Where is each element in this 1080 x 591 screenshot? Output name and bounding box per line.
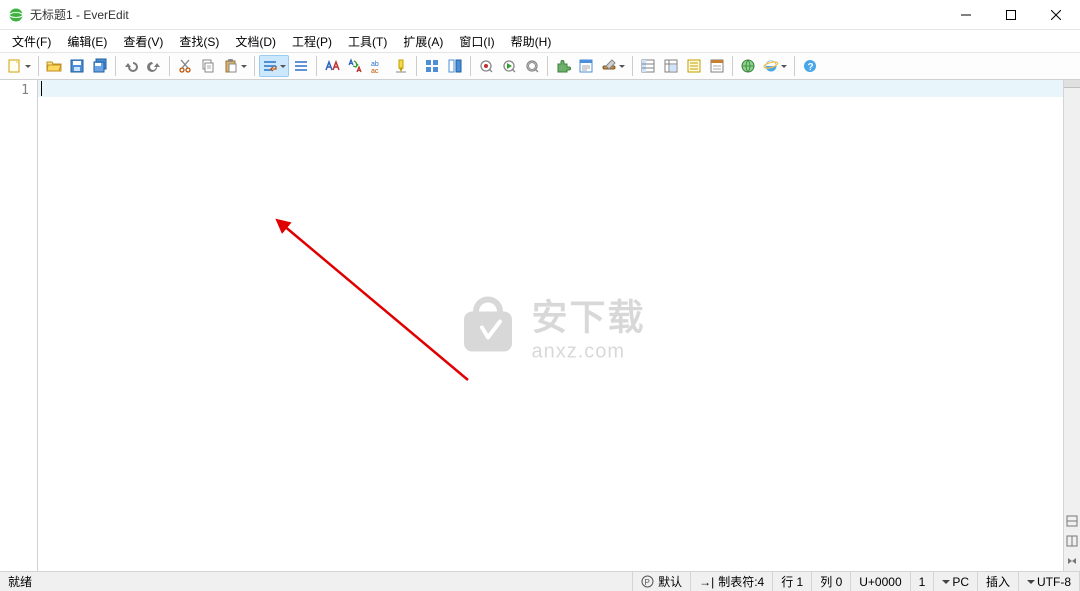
svg-text:ac: ac [371,68,379,74]
scrollbar-vertical[interactable] [1064,88,1080,511]
separator [38,56,39,76]
new-file-button[interactable] [4,55,34,77]
separator [632,56,633,76]
cut-button[interactable] [174,55,196,77]
menu-project[interactable]: 工程(P) [284,31,340,52]
word-wrap-button[interactable] [259,55,289,77]
status-default[interactable]: P默认 [633,572,691,591]
svg-text:?: ? [808,62,814,73]
annotation-arrow [268,210,488,410]
text-editor[interactable]: 安下载 anxz.com [38,80,1063,571]
status-encoding[interactable]: UTF-8 [1019,572,1080,591]
menu-window[interactable]: 窗口(I) [451,31,502,52]
macro-record-button[interactable] [475,55,497,77]
browser-button[interactable] [737,55,759,77]
doc-map-button[interactable] [575,55,597,77]
status-row[interactable]: 行 1 [773,572,812,591]
line-gutter: 1 [0,80,38,571]
bookmark-button[interactable] [421,55,443,77]
text-caret [41,81,42,96]
replace-button[interactable] [344,55,366,77]
status-ready: 就绪 [0,572,633,591]
titlebar: 无标题1 - EverEdit [0,0,1080,30]
macro-play-button[interactable] [498,55,520,77]
collapse-icon[interactable] [1064,553,1080,569]
separator [470,56,471,76]
status-unicode[interactable]: U+0000 [851,572,910,591]
split-horizontal-icon[interactable] [1064,513,1080,529]
watermark: 安下载 anxz.com [455,288,645,363]
separator [416,56,417,76]
highlight-button[interactable]: abac [367,55,389,77]
status-count[interactable]: 1 [911,572,935,591]
ie-button[interactable] [760,55,790,77]
plugin-button[interactable] [552,55,574,77]
statusbar: 就绪 P默认 →|制表符:4 行 1 列 0 U+0000 1 PC 插入 UT… [0,571,1080,591]
find-button[interactable] [321,55,343,77]
col-select-button[interactable] [637,55,659,77]
window-title: 无标题1 - EverEdit [30,6,943,23]
current-line-highlight [38,80,1063,97]
status-insert[interactable]: 插入 [978,572,1019,591]
svg-text:ab: ab [371,61,379,68]
svg-text:P: P [645,578,650,587]
watermark-cn: 安下载 [531,288,645,340]
close-button[interactable] [1033,0,1078,29]
macro-stop-button[interactable] [521,55,543,77]
paste-button[interactable] [220,55,250,77]
split-vertical-icon[interactable] [1064,533,1080,549]
menu-view[interactable]: 查看(V) [115,31,171,52]
right-rail [1063,80,1080,571]
copy-button[interactable] [197,55,219,77]
app-icon [8,7,24,23]
menu-search[interactable]: 查找(S) [171,31,227,52]
editor-area: 1 安下载 anxz.com [0,80,1080,571]
save-button[interactable] [66,55,88,77]
hex-button[interactable] [706,55,728,77]
toolbar: abac ? [0,52,1080,80]
help-button[interactable]: ? [799,55,821,77]
undo-button[interactable] [120,55,142,77]
status-col[interactable]: 列 0 [812,572,851,591]
separator [169,56,170,76]
tab-handle[interactable] [1064,80,1080,88]
separator [254,56,255,76]
mark-button[interactable] [390,55,412,77]
watermark-icon [455,294,519,358]
menu-addons[interactable]: 扩展(A) [395,31,451,52]
watermark-en: anxz.com [531,340,645,363]
open-file-button[interactable] [43,55,65,77]
split-button[interactable] [444,55,466,77]
menu-file[interactable]: 文件(F) [4,31,59,52]
separator [547,56,548,76]
separator [732,56,733,76]
menu-document[interactable]: 文档(D) [227,31,284,52]
separator [794,56,795,76]
menu-help[interactable]: 帮助(H) [503,31,560,52]
outline-button[interactable] [660,55,682,77]
line-number: 1 [0,82,29,99]
menu-tools[interactable]: 工具(T) [340,31,395,52]
minimize-button[interactable] [943,0,988,29]
separator [115,56,116,76]
status-tab[interactable]: →|制表符:4 [691,572,773,591]
show-symbol-button[interactable] [290,55,312,77]
redo-button[interactable] [143,55,165,77]
menubar: 文件(F) 编辑(E) 查看(V) 查找(S) 文档(D) 工程(P) 工具(T… [0,30,1080,52]
menu-edit[interactable]: 编辑(E) [59,31,115,52]
separator [316,56,317,76]
char-map-button[interactable] [683,55,705,77]
status-lineend[interactable]: PC [934,572,978,591]
maximize-button[interactable] [988,0,1033,29]
save-all-button[interactable] [89,55,111,77]
tools-button[interactable] [598,55,628,77]
